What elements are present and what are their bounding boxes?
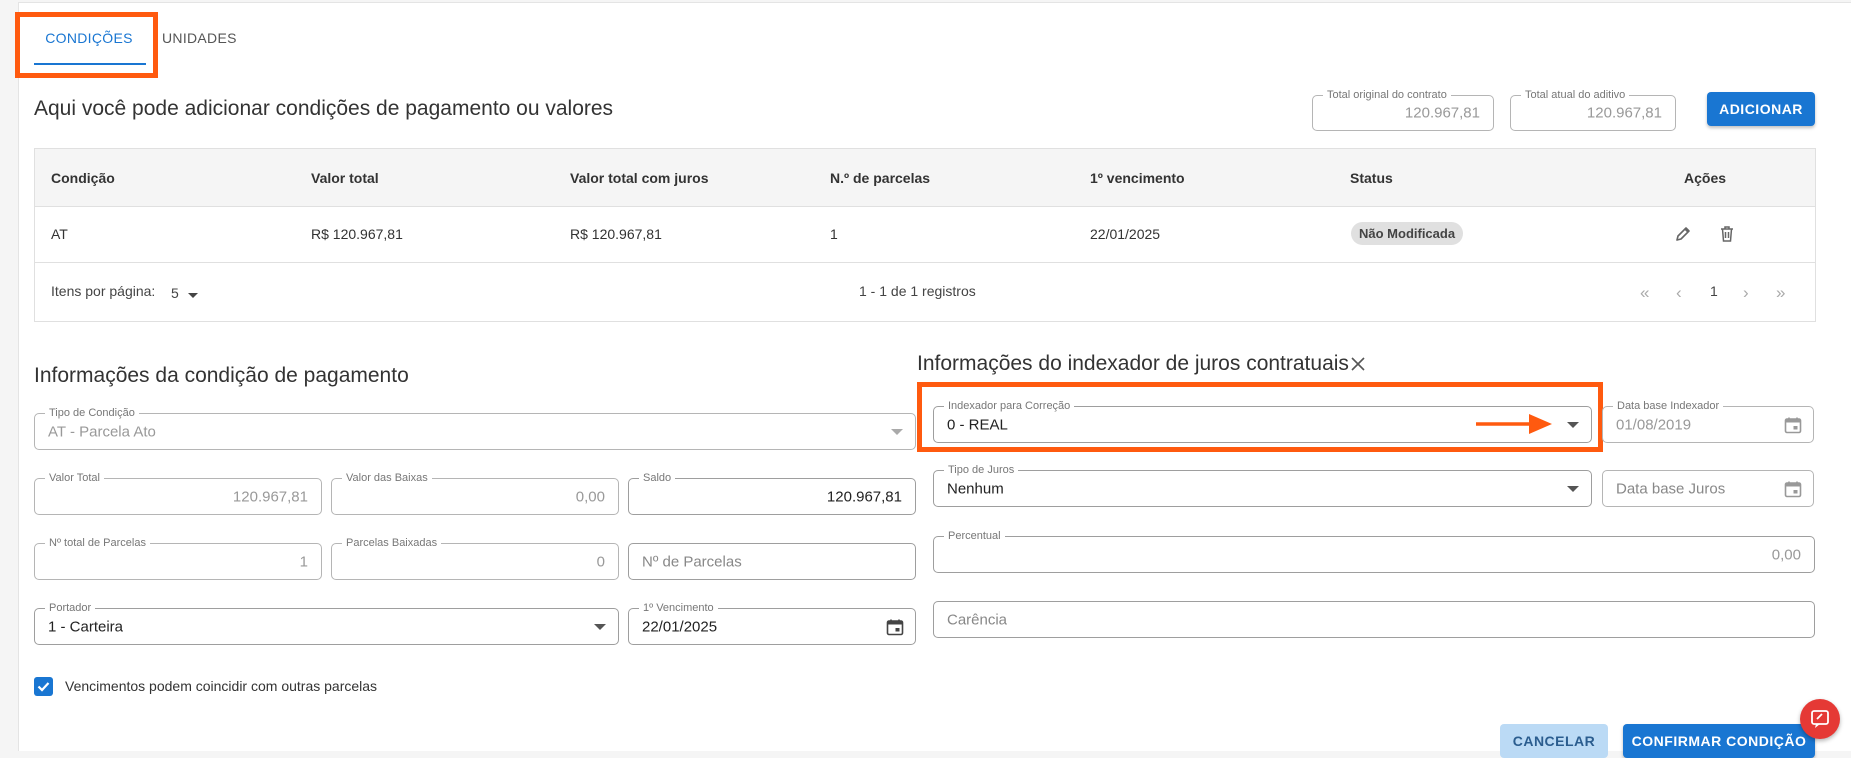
conditions-table: Condição Valor total Valor total com jur…: [34, 148, 1816, 322]
tipo-condicao-label: Tipo de Condição: [45, 406, 139, 420]
chevron-down-icon: [891, 428, 903, 435]
valor-total-field[interactable]: Valor Total 120.967,81: [34, 471, 322, 515]
vencimentos-checkbox[interactable]: [34, 677, 53, 696]
delete-icon[interactable]: [1717, 224, 1737, 244]
vencimento-field[interactable]: 1º Vencimento 22/01/2025: [628, 601, 916, 645]
total-parcelas-value: 1: [299, 553, 308, 570]
cancel-button[interactable]: CANCELAR: [1500, 724, 1608, 758]
saldo-value: 120.967,81: [826, 488, 902, 505]
vencimento-value: 22/01/2025: [642, 618, 718, 635]
data-base-indexador-field[interactable]: Data base Indexador 01/08/2019: [1602, 399, 1814, 443]
valor-baixas-field[interactable]: Valor das Baixas 0,00: [331, 471, 619, 515]
edit-icon[interactable]: [1673, 224, 1693, 244]
payment-info-title: Informações da condição de pagamento: [34, 364, 409, 387]
prev-page-icon[interactable]: ‹: [1676, 283, 1682, 303]
calendar-icon[interactable]: [885, 617, 905, 637]
col-valor-juros: Valor total com juros: [570, 170, 709, 186]
num-parcelas-input[interactable]: Nº de Parcelas: [628, 543, 916, 580]
total-atual-label: Total atual do aditivo: [1521, 88, 1630, 102]
carencia-input[interactable]: Carência: [933, 601, 1815, 638]
valor-total-label: Valor Total: [45, 471, 104, 485]
first-page-icon[interactable]: «: [1640, 283, 1649, 303]
portador-label: Portador: [45, 601, 96, 615]
total-atual-value: 120.967,81: [1586, 104, 1662, 122]
tipo-juros-value: Nenhum: [947, 480, 1004, 497]
col-valor-total: Valor total: [311, 170, 379, 186]
portador-select[interactable]: Portador 1 - Carteira: [34, 601, 619, 645]
table-header: Condição Valor total Valor total com jur…: [35, 149, 1815, 207]
percentual-label: Percentual: [944, 529, 1005, 543]
data-base-indexador-value: 01/08/2019: [1616, 416, 1692, 433]
valor-baixas-label: Valor das Baixas: [342, 471, 432, 485]
saldo-label: Saldo: [639, 471, 676, 485]
cell-valor-total: R$ 120.967,81: [311, 226, 403, 242]
table-footer: Itens por página: 5 1 - 1 de 1 registros…: [35, 263, 1815, 321]
percentual-value: 0,00: [1771, 546, 1801, 563]
cell-parcelas: 1: [830, 226, 838, 242]
tab-unidades[interactable]: UNIDADES: [162, 30, 237, 46]
chevron-down-icon: [594, 623, 606, 630]
status-badge: Não Modificada: [1351, 222, 1464, 245]
cell-vencimento: 22/01/2025: [1090, 226, 1161, 242]
total-original-label: Total original do contrato: [1323, 88, 1451, 102]
confirm-button[interactable]: CONFIRMAR CONDIÇÃO: [1623, 724, 1815, 758]
num-parcelas-placeholder: Nº de Parcelas: [642, 553, 742, 570]
current-page[interactable]: 1: [1710, 283, 1718, 299]
tipo-juros-label: Tipo de Juros: [944, 463, 1019, 477]
data-base-indexador-label: Data base Indexador: [1613, 399, 1724, 413]
cell-valor-juros: R$ 120.967,81: [570, 226, 662, 242]
parcelas-baixadas-field[interactable]: Parcelas Baixadas 0: [331, 536, 619, 580]
last-page-icon[interactable]: »: [1776, 283, 1785, 303]
calendar-icon[interactable]: [1783, 415, 1803, 435]
indexer-info-title: Informações do indexador de juros contra…: [917, 352, 1349, 375]
parcelas-baixadas-value: 0: [596, 553, 605, 570]
parcelas-baixadas-label: Parcelas Baixadas: [342, 536, 442, 550]
table-row[interactable]: AT R$ 120.967,81 R$ 120.967,81 1 22/01/2…: [35, 207, 1815, 263]
cell-condicao: AT: [51, 226, 68, 242]
col-condicao: Condição: [51, 170, 115, 186]
total-parcelas-label: Nº total de Parcelas: [45, 536, 150, 550]
items-per-page-label: Itens por página:: [51, 283, 156, 299]
total-parcelas-field[interactable]: Nº total de Parcelas 1: [34, 536, 322, 580]
total-original-field[interactable]: Total original do contrato 120.967,81: [1312, 88, 1494, 131]
items-per-page-select[interactable]: 5: [171, 285, 179, 301]
col-parcelas: N.º de parcelas: [830, 170, 931, 186]
valor-baixas-value: 0,00: [575, 488, 605, 505]
col-vencimento: 1º vencimento: [1090, 170, 1185, 186]
tipo-condicao-select[interactable]: Tipo de Condição AT - Parcela Ato: [34, 406, 916, 450]
vencimentos-checkbox-label: Vencimentos podem coincidir com outras p…: [65, 678, 378, 694]
col-acoes: Ações: [1684, 170, 1727, 186]
pagination-range: 1 - 1 de 1 registros: [859, 283, 976, 299]
close-icon[interactable]: [1349, 355, 1367, 373]
data-base-juros-field[interactable]: Data base Juros: [1602, 470, 1814, 507]
tipo-juros-select[interactable]: Tipo de Juros Nenhum: [933, 463, 1592, 507]
saldo-field[interactable]: Saldo 120.967,81: [628, 471, 916, 515]
chevron-down-icon: [1567, 485, 1579, 492]
arrow-annotation-icon: [1476, 412, 1554, 436]
valor-total-value: 120.967,81: [232, 488, 308, 505]
next-page-icon[interactable]: ›: [1743, 283, 1749, 303]
chevron-down-icon[interactable]: [188, 293, 198, 298]
col-status: Status: [1350, 170, 1393, 186]
page-title: Aqui você pode adicionar condições de pa…: [34, 97, 614, 120]
vencimento-label: 1º Vencimento: [639, 601, 718, 615]
calendar-icon[interactable]: [1783, 479, 1803, 499]
add-button[interactable]: ADICIONAR: [1707, 92, 1815, 126]
total-atual-field[interactable]: Total atual do aditivo 120.967,81: [1510, 88, 1676, 131]
percentual-field[interactable]: Percentual 0,00: [933, 529, 1815, 573]
tipo-condicao-value: AT - Parcela Ato: [48, 423, 156, 440]
data-base-juros-placeholder: Data base Juros: [1616, 480, 1726, 497]
carencia-placeholder: Carência: [947, 611, 1008, 628]
total-original-value: 120.967,81: [1404, 104, 1480, 122]
portador-value: 1 - Carteira: [48, 618, 124, 635]
highlight-box-tab: [15, 12, 158, 78]
feedback-button[interactable]: [1800, 699, 1840, 739]
